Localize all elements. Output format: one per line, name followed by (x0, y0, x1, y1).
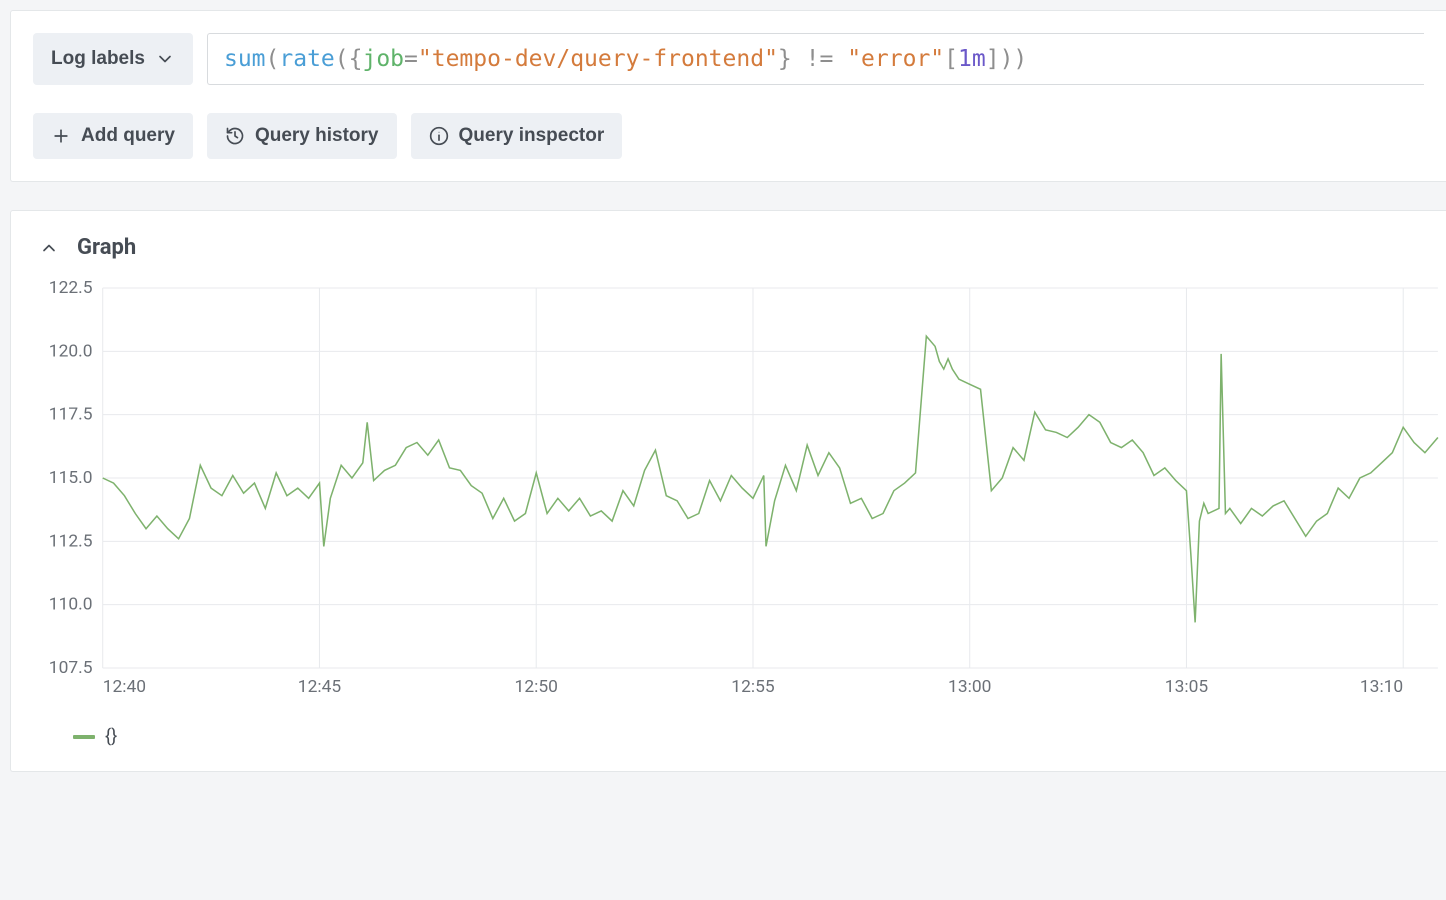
svg-text:107.5: 107.5 (49, 658, 93, 678)
svg-text:110.0: 110.0 (49, 595, 93, 615)
chart[interactable]: 107.5 110.0 112.5 115.0 117.5 120.0 122.5 12:40… (29, 278, 1446, 708)
graph-header[interactable]: Graph (29, 229, 1446, 278)
add-query-button[interactable]: Add query (33, 113, 193, 159)
plus-icon (51, 126, 71, 146)
query-history-label: Query history (255, 125, 379, 147)
svg-text:112.5: 112.5 (49, 532, 93, 552)
query-input[interactable]: sum(rate({job="tempo-dev/query-frontend"… (207, 33, 1424, 85)
query-inspector-label: Query inspector (459, 125, 605, 147)
query-history-button[interactable]: Query history (207, 113, 397, 159)
svg-text:115.0: 115.0 (49, 468, 93, 488)
query-row: Log labels sum(rate({job="tempo-dev/quer… (33, 33, 1424, 85)
graph-title: Graph (77, 235, 136, 260)
svg-text:13:10: 13:10 (1360, 677, 1403, 697)
svg-text:122.5: 122.5 (49, 278, 93, 298)
svg-text:13:00: 13:00 (948, 677, 991, 697)
legend-swatch (73, 735, 95, 739)
svg-text:12:45: 12:45 (298, 677, 341, 697)
log-labels-label: Log labels (51, 48, 145, 70)
svg-text:117.5: 117.5 (49, 405, 93, 425)
chevron-up-icon (39, 238, 59, 258)
chevron-down-icon (155, 49, 175, 69)
query-toolbar: Add query Query history Query inspector (33, 113, 1424, 159)
history-icon (225, 126, 245, 146)
svg-text:12:40: 12:40 (103, 677, 146, 697)
svg-text:12:55: 12:55 (731, 677, 774, 697)
graph-panel: Graph 107.5 110.0 112.5 115.0 117.5 120.0 122.… (10, 210, 1446, 772)
query-inspector-button[interactable]: Query inspector (411, 113, 623, 159)
legend: {} (29, 708, 1446, 753)
legend-label: {} (105, 726, 117, 747)
log-labels-button[interactable]: Log labels (33, 33, 193, 85)
add-query-label: Add query (81, 125, 175, 147)
info-icon (429, 126, 449, 146)
query-panel: Log labels sum(rate({job="tempo-dev/quer… (10, 10, 1446, 182)
svg-text:12:50: 12:50 (515, 677, 558, 697)
svg-text:120.0: 120.0 (49, 342, 93, 362)
chart-svg: 107.5 110.0 112.5 115.0 117.5 120.0 122.5 12:40… (29, 278, 1442, 708)
svg-text:13:05: 13:05 (1165, 677, 1208, 697)
